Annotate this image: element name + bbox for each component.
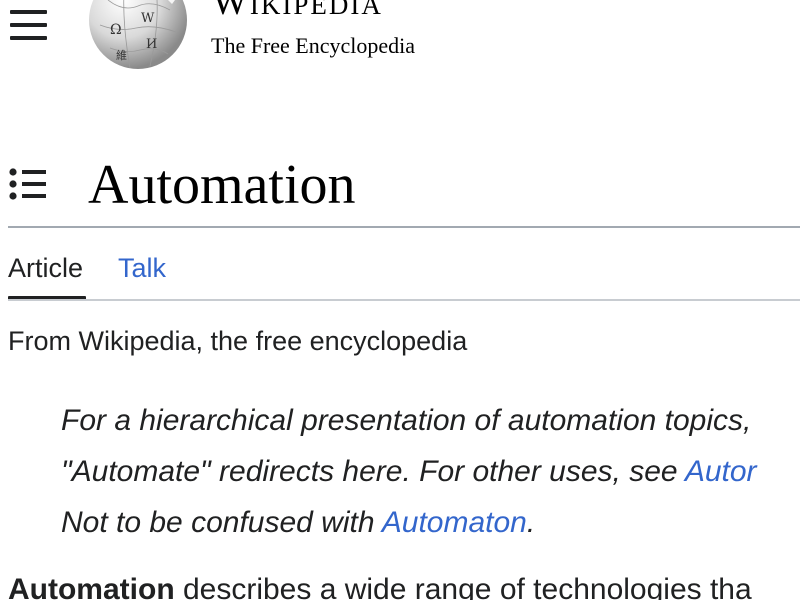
- svg-text:Ω: Ω: [110, 22, 122, 38]
- table-of-contents-icon[interactable]: [9, 168, 49, 200]
- svg-text:維: 維: [116, 49, 127, 62]
- hatnote-text: Not to be confused with: [61, 506, 382, 539]
- hamburger-bar: [10, 10, 47, 14]
- hatnote-link-automate-disambiguation[interactable]: Autor: [685, 455, 757, 488]
- svg-text:И: И: [146, 37, 157, 52]
- wikipedia-tagline: The Free Encyclopedia: [211, 33, 416, 58]
- page-title: Automation: [88, 154, 356, 216]
- tabs-divider: [8, 299, 800, 301]
- hamburger-menu-icon[interactable]: [10, 10, 47, 42]
- hatnote: For a hierarchical presentation of autom…: [61, 401, 751, 441]
- namespace-tabs: Article Talk: [8, 250, 800, 302]
- lead-text: describes a wide range of technologies t…: [174, 573, 752, 600]
- hatnote-link-automaton[interactable]: Automaton: [382, 506, 527, 539]
- hatnote-suffix: .: [526, 506, 536, 539]
- hamburger-bar: [10, 36, 47, 40]
- site-subtitle: From Wikipedia, the free encyclopedia: [8, 326, 468, 356]
- wikipedia-globe-logo-icon[interactable]: Ω W И 維: [88, 0, 188, 70]
- hatnote-text: "Automate" redirects here. For other use…: [61, 455, 685, 488]
- hatnote: "Automate" redirects here. For other use…: [61, 452, 757, 492]
- svg-text:W: W: [141, 11, 155, 26]
- hamburger-bar: [10, 23, 47, 27]
- tab-article[interactable]: Article: [8, 250, 83, 286]
- wikipedia-wordmark[interactable]: Wikipedia: [212, 0, 383, 24]
- hatnote: Not to be confused with Automaton.: [61, 503, 535, 543]
- title-divider: [8, 226, 800, 228]
- tab-talk[interactable]: Talk: [118, 250, 166, 286]
- wikipedia-article-page: Ω W И 維 Wikipedia The Free Encyclopedia …: [0, 0, 800, 600]
- hatnote-text: For a hierarchical presentation of autom…: [61, 404, 752, 437]
- lead-paragraph: Automation describes a wide range of tec…: [8, 570, 752, 600]
- lead-bold-term: Automation: [8, 573, 175, 600]
